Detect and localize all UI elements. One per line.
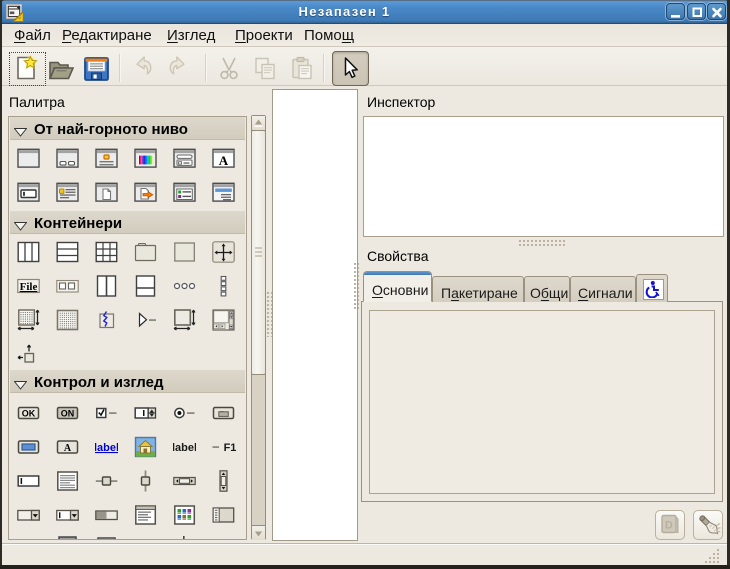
svg-text:label: label bbox=[95, 442, 118, 454]
svg-text:A: A bbox=[64, 443, 72, 454]
svg-text:label: label bbox=[173, 442, 196, 454]
svg-text:F1: F1 bbox=[224, 442, 237, 454]
svg-text:D: D bbox=[665, 520, 673, 532]
svg-text:File: File bbox=[20, 281, 38, 293]
svg-text:A: A bbox=[219, 153, 229, 168]
svg-text:ON: ON bbox=[61, 408, 75, 418]
svg-text:OK: OK bbox=[22, 408, 36, 418]
